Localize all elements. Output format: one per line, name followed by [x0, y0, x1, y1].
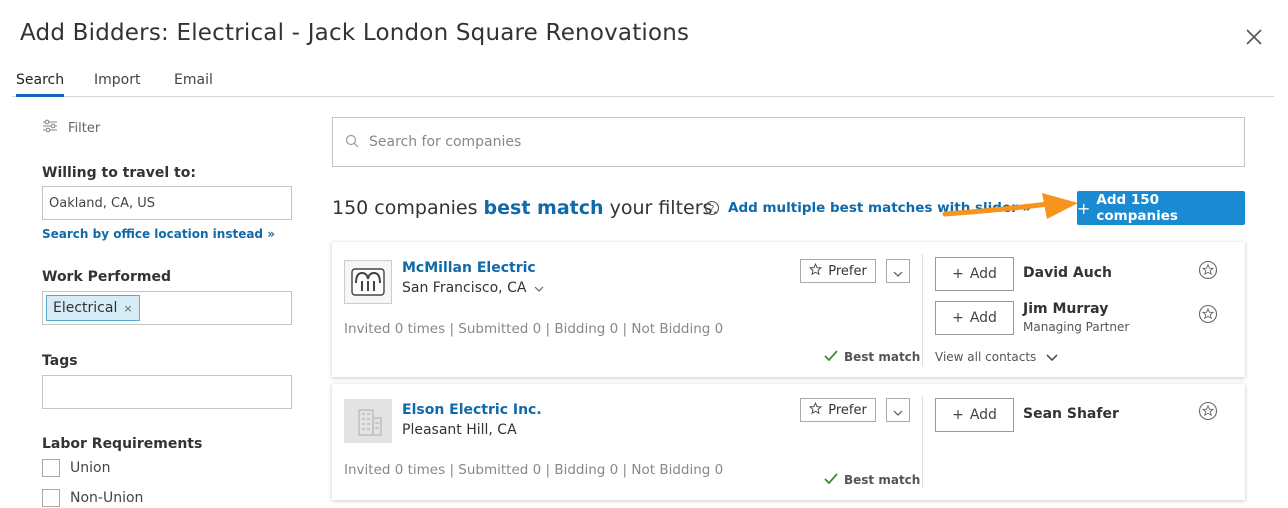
contact-name: Sean Shafer — [1023, 406, 1119, 422]
filter-header[interactable]: Filter — [42, 119, 100, 137]
non-union-checkbox[interactable] — [42, 489, 60, 507]
results-count: 150 companies — [332, 197, 478, 219]
add-label: Add — [969, 266, 997, 282]
card-divider — [922, 254, 923, 366]
help-icon[interactable]: ? — [704, 200, 720, 216]
bid-stats: Invited 0 times | Submitted 0 | Bidding … — [344, 321, 724, 337]
prefer-dropdown[interactable] — [886, 259, 910, 283]
work-performed-field[interactable]: Electrical × — [42, 291, 292, 325]
add-all-companies-button[interactable]: + Add 150 companies — [1077, 191, 1245, 225]
location-text: Pleasant Hill, CA — [402, 422, 517, 438]
add-all-label: Add 150 companies — [1096, 192, 1178, 224]
svg-text:?: ? — [710, 205, 715, 215]
star-circle-icon[interactable] — [1198, 304, 1218, 324]
add-contact-button[interactable]: + Add — [935, 398, 1014, 432]
contact-name: Jim Murray — [1023, 301, 1109, 317]
work-chip-label: Electrical — [53, 300, 118, 316]
tags-input[interactable] — [42, 375, 292, 409]
results-suffix: your filters. — [609, 197, 719, 219]
union-label: Union — [70, 460, 111, 476]
tab-import[interactable]: Import — [94, 72, 140, 97]
company-search-input[interactable]: Search for companies — [332, 117, 1245, 167]
best-match-badge: Best match — [824, 473, 920, 487]
plus-icon: + — [952, 310, 964, 326]
company-location: Pleasant Hill, CA — [402, 422, 517, 438]
office-location-link[interactable]: Search by office location instead » — [42, 227, 275, 241]
contact-name: David Auch — [1023, 265, 1112, 281]
plus-icon: + — [1077, 198, 1091, 218]
card-divider — [922, 396, 923, 488]
best-match-label: Best match — [844, 473, 921, 487]
best-match-label: Best match — [844, 350, 921, 364]
chevron-down-icon — [893, 262, 903, 281]
tab-search[interactable]: Search — [16, 72, 65, 97]
chevron-down-icon — [893, 401, 903, 420]
add-contact-button[interactable]: + Add — [935, 301, 1014, 335]
prefer-label: Prefer — [828, 402, 867, 418]
remove-chip-icon[interactable]: × — [123, 302, 132, 315]
add-label: Add — [969, 407, 997, 423]
filter-label: Filter — [68, 120, 101, 136]
company-name-link[interactable]: Elson Electric Inc. — [402, 402, 542, 418]
tags-label: Tags — [42, 353, 78, 369]
star-circle-icon[interactable] — [1198, 260, 1218, 280]
union-checkbox[interactable] — [42, 459, 60, 477]
arrow-annotation — [940, 188, 1080, 228]
work-chip: Electrical × — [46, 295, 140, 321]
tab-email[interactable]: Email — [174, 72, 213, 97]
company-name-link[interactable]: McMillan Electric — [402, 260, 536, 276]
company-logo — [344, 260, 392, 304]
labor-label: Labor Requirements — [42, 436, 203, 452]
company-card: McMillan Electric San Francisco, CA Invi… — [332, 242, 1245, 377]
search-icon — [345, 133, 359, 152]
chevron-down-icon — [1046, 350, 1058, 364]
travel-location-input[interactable]: Oakland, CA, US — [42, 186, 292, 220]
prefer-button[interactable]: Prefer — [800, 259, 876, 283]
view-all-contacts-link[interactable]: View all contacts — [935, 350, 1058, 364]
company-location[interactable]: San Francisco, CA — [402, 280, 544, 296]
star-icon — [809, 262, 823, 280]
best-match-link[interactable]: best match — [484, 197, 604, 219]
add-label: Add — [969, 310, 997, 326]
sliders-icon — [42, 118, 58, 138]
labor-option-union[interactable]: Union — [42, 459, 110, 477]
prefer-dropdown[interactable] — [886, 398, 910, 422]
star-circle-icon[interactable] — [1198, 401, 1218, 421]
close-icon[interactable] — [1244, 27, 1264, 47]
results-summary: 150 companies best match your filters. — [332, 197, 718, 219]
location-text: San Francisco, CA — [402, 280, 527, 296]
dialog-title: Add Bidders: Electrical - Jack London Sq… — [20, 20, 690, 46]
contact-title: Managing Partner — [1023, 320, 1130, 334]
plus-icon: + — [952, 407, 964, 423]
travel-label: Willing to travel to: — [42, 165, 196, 181]
plus-icon: + — [952, 266, 964, 282]
best-match-badge: Best match — [824, 350, 920, 364]
company-card: Elson Electric Inc. Pleasant Hill, CA In… — [332, 384, 1245, 500]
view-all-label: View all contacts — [935, 350, 1037, 364]
prefer-button[interactable]: Prefer — [800, 398, 876, 422]
work-performed-label: Work Performed — [42, 269, 172, 285]
checkmark-icon — [824, 350, 838, 364]
tab-bar: Search Import Email — [12, 70, 1274, 97]
company-logo-placeholder — [344, 399, 392, 443]
search-placeholder: Search for companies — [369, 134, 522, 150]
bid-stats: Invited 0 times | Submitted 0 | Bidding … — [344, 462, 724, 478]
non-union-label: Non-Union — [70, 490, 144, 506]
prefer-label: Prefer — [828, 263, 867, 279]
chevron-down-icon — [534, 280, 544, 296]
labor-option-non-union[interactable]: Non-Union — [42, 489, 143, 507]
checkmark-icon — [824, 473, 838, 487]
star-icon — [809, 401, 823, 419]
add-contact-button[interactable]: + Add — [935, 257, 1014, 291]
